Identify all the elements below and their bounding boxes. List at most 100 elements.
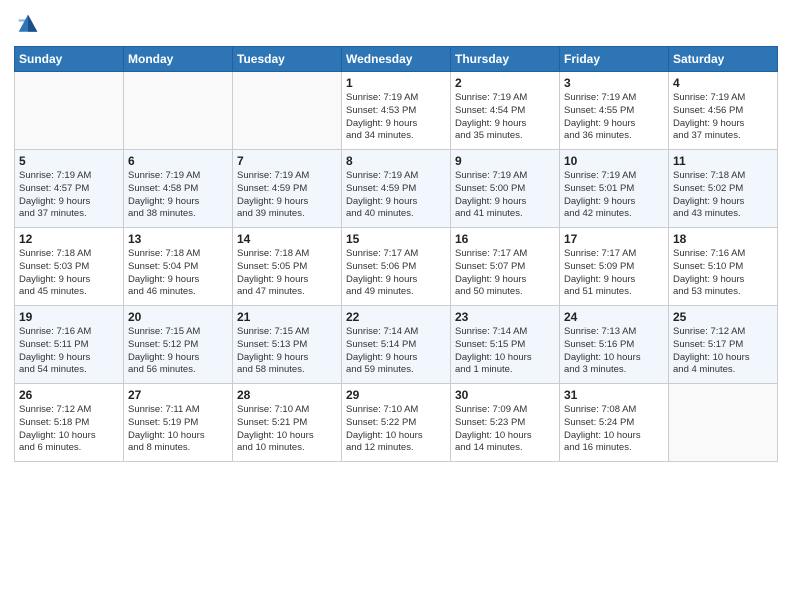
day-info: Sunrise: 7:17 AM Sunset: 5:07 PM Dayligh… xyxy=(455,248,555,299)
day-cell xyxy=(233,72,342,150)
day-number: 18 xyxy=(673,232,773,246)
day-cell: 31 Sunrise: 7:08 AM Sunset: 5:24 PM Dayli… xyxy=(560,384,669,462)
day-info: Sunrise: 7:10 AM Sunset: 5:21 PM Dayligh… xyxy=(237,404,337,455)
day-number: 5 xyxy=(19,154,119,168)
weekday-header-row: SundayMondayTuesdayWednesdayThursdayFrid… xyxy=(15,47,778,72)
day-info: Sunrise: 7:19 AM Sunset: 5:00 PM Dayligh… xyxy=(455,170,555,221)
day-number: 29 xyxy=(346,388,446,402)
day-cell: 6 Sunrise: 7:19 AM Sunset: 4:58 PM Daylig… xyxy=(124,150,233,228)
day-cell: 24 Sunrise: 7:13 AM Sunset: 5:16 PM Dayli… xyxy=(560,306,669,384)
header xyxy=(14,10,778,38)
day-number: 15 xyxy=(346,232,446,246)
day-cell: 16 Sunrise: 7:17 AM Sunset: 5:07 PM Dayli… xyxy=(451,228,560,306)
day-cell: 26 Sunrise: 7:12 AM Sunset: 5:18 PM Dayli… xyxy=(15,384,124,462)
day-number: 1 xyxy=(346,76,446,90)
weekday-header-tuesday: Tuesday xyxy=(233,47,342,72)
day-info: Sunrise: 7:14 AM Sunset: 5:14 PM Dayligh… xyxy=(346,326,446,377)
day-number: 3 xyxy=(564,76,664,90)
day-info: Sunrise: 7:16 AM Sunset: 5:10 PM Dayligh… xyxy=(673,248,773,299)
day-cell: 20 Sunrise: 7:15 AM Sunset: 5:12 PM Dayli… xyxy=(124,306,233,384)
day-number: 22 xyxy=(346,310,446,324)
day-number: 20 xyxy=(128,310,228,324)
day-cell: 15Sunrise: 7:17 AM Sunset: 5:06 PM Dayli… xyxy=(342,228,451,306)
day-info: Sunrise: 7:12 AM Sunset: 5:17 PM Dayligh… xyxy=(673,326,773,377)
day-number: 12 xyxy=(19,232,119,246)
day-number: 8 xyxy=(346,154,446,168)
day-cell: 8 Sunrise: 7:19 AM Sunset: 4:59 PM Daylig… xyxy=(342,150,451,228)
day-info: Sunrise: 7:19 AM Sunset: 5:01 PM Dayligh… xyxy=(564,170,664,221)
day-cell: 13Sunrise: 7:18 AM Sunset: 5:04 PM Dayli… xyxy=(124,228,233,306)
day-number: 14 xyxy=(237,232,337,246)
day-cell: 22 Sunrise: 7:14 AM Sunset: 5:14 PM Dayli… xyxy=(342,306,451,384)
day-cell: 11Sunrise: 7:18 AM Sunset: 5:02 PM Dayli… xyxy=(669,150,778,228)
day-cell: 17 Sunrise: 7:17 AM Sunset: 5:09 PM Dayli… xyxy=(560,228,669,306)
day-number: 26 xyxy=(19,388,119,402)
day-number: 17 xyxy=(564,232,664,246)
day-cell: 28 Sunrise: 7:10 AM Sunset: 5:21 PM Dayli… xyxy=(233,384,342,462)
day-info: Sunrise: 7:19 AM Sunset: 4:59 PM Dayligh… xyxy=(346,170,446,221)
week-row-5: 26 Sunrise: 7:12 AM Sunset: 5:18 PM Dayli… xyxy=(15,384,778,462)
day-info: Sunrise: 7:18 AM Sunset: 5:05 PM Dayligh… xyxy=(237,248,337,299)
weekday-header-friday: Friday xyxy=(560,47,669,72)
day-cell: 25 Sunrise: 7:12 AM Sunset: 5:17 PM Dayli… xyxy=(669,306,778,384)
day-cell: 2 Sunrise: 7:19 AM Sunset: 4:54 PM Daylig… xyxy=(451,72,560,150)
day-number: 6 xyxy=(128,154,228,168)
day-number: 4 xyxy=(673,76,773,90)
day-info: Sunrise: 7:18 AM Sunset: 5:02 PM Dayligh… xyxy=(673,170,773,221)
day-info: Sunrise: 7:14 AM Sunset: 5:15 PM Dayligh… xyxy=(455,326,555,377)
day-number: 24 xyxy=(564,310,664,324)
day-cell: 3Sunrise: 7:19 AM Sunset: 4:55 PM Daylig… xyxy=(560,72,669,150)
day-cell: 19 Sunrise: 7:16 AM Sunset: 5:11 PM Dayli… xyxy=(15,306,124,384)
day-info: Sunrise: 7:15 AM Sunset: 5:13 PM Dayligh… xyxy=(237,326,337,377)
day-cell: 5 Sunrise: 7:19 AM Sunset: 4:57 PM Daylig… xyxy=(15,150,124,228)
day-number: 7 xyxy=(237,154,337,168)
day-info: Sunrise: 7:15 AM Sunset: 5:12 PM Dayligh… xyxy=(128,326,228,377)
day-number: 23 xyxy=(455,310,555,324)
day-cell xyxy=(669,384,778,462)
day-info: Sunrise: 7:17 AM Sunset: 5:09 PM Dayligh… xyxy=(564,248,664,299)
day-number: 25 xyxy=(673,310,773,324)
day-cell xyxy=(15,72,124,150)
week-row-1: 1 Sunrise: 7:19 AM Sunset: 4:53 PM Daylig… xyxy=(15,72,778,150)
day-number: 28 xyxy=(237,388,337,402)
calendar-table: SundayMondayTuesdayWednesdayThursdayFrid… xyxy=(14,46,778,462)
day-info: Sunrise: 7:18 AM Sunset: 5:03 PM Dayligh… xyxy=(19,248,119,299)
day-number: 21 xyxy=(237,310,337,324)
day-info: Sunrise: 7:08 AM Sunset: 5:24 PM Dayligh… xyxy=(564,404,664,455)
day-cell: 23 Sunrise: 7:14 AM Sunset: 5:15 PM Dayli… xyxy=(451,306,560,384)
day-info: Sunrise: 7:19 AM Sunset: 4:59 PM Dayligh… xyxy=(237,170,337,221)
day-info: Sunrise: 7:19 AM Sunset: 4:53 PM Dayligh… xyxy=(346,92,446,143)
day-number: 31 xyxy=(564,388,664,402)
day-cell: 21 Sunrise: 7:15 AM Sunset: 5:13 PM Dayli… xyxy=(233,306,342,384)
day-info: Sunrise: 7:09 AM Sunset: 5:23 PM Dayligh… xyxy=(455,404,555,455)
day-info: Sunrise: 7:19 AM Sunset: 4:54 PM Dayligh… xyxy=(455,92,555,143)
day-cell: 30Sunrise: 7:09 AM Sunset: 5:23 PM Dayli… xyxy=(451,384,560,462)
day-info: Sunrise: 7:19 AM Sunset: 4:56 PM Dayligh… xyxy=(673,92,773,143)
week-row-3: 12 Sunrise: 7:18 AM Sunset: 5:03 PM Dayli… xyxy=(15,228,778,306)
weekday-header-monday: Monday xyxy=(124,47,233,72)
week-row-4: 19 Sunrise: 7:16 AM Sunset: 5:11 PM Dayli… xyxy=(15,306,778,384)
day-info: Sunrise: 7:12 AM Sunset: 5:18 PM Dayligh… xyxy=(19,404,119,455)
weekday-header-wednesday: Wednesday xyxy=(342,47,451,72)
day-number: 9 xyxy=(455,154,555,168)
day-number: 27 xyxy=(128,388,228,402)
day-info: Sunrise: 7:19 AM Sunset: 4:57 PM Dayligh… xyxy=(19,170,119,221)
day-number: 2 xyxy=(455,76,555,90)
day-cell: 12 Sunrise: 7:18 AM Sunset: 5:03 PM Dayli… xyxy=(15,228,124,306)
day-cell: 9 Sunrise: 7:19 AM Sunset: 5:00 PM Daylig… xyxy=(451,150,560,228)
day-info: Sunrise: 7:13 AM Sunset: 5:16 PM Dayligh… xyxy=(564,326,664,377)
logo-icon xyxy=(14,10,42,38)
weekday-header-saturday: Saturday xyxy=(669,47,778,72)
calendar-container: SundayMondayTuesdayWednesdayThursdayFrid… xyxy=(0,0,792,612)
week-row-2: 5 Sunrise: 7:19 AM Sunset: 4:57 PM Daylig… xyxy=(15,150,778,228)
day-number: 16 xyxy=(455,232,555,246)
weekday-header-sunday: Sunday xyxy=(15,47,124,72)
day-info: Sunrise: 7:16 AM Sunset: 5:11 PM Dayligh… xyxy=(19,326,119,377)
day-info: Sunrise: 7:19 AM Sunset: 4:58 PM Dayligh… xyxy=(128,170,228,221)
day-number: 19 xyxy=(19,310,119,324)
day-info: Sunrise: 7:11 AM Sunset: 5:19 PM Dayligh… xyxy=(128,404,228,455)
day-number: 10 xyxy=(564,154,664,168)
day-cell: 7 Sunrise: 7:19 AM Sunset: 4:59 PM Daylig… xyxy=(233,150,342,228)
day-cell xyxy=(124,72,233,150)
day-cell: 14 Sunrise: 7:18 AM Sunset: 5:05 PM Dayli… xyxy=(233,228,342,306)
